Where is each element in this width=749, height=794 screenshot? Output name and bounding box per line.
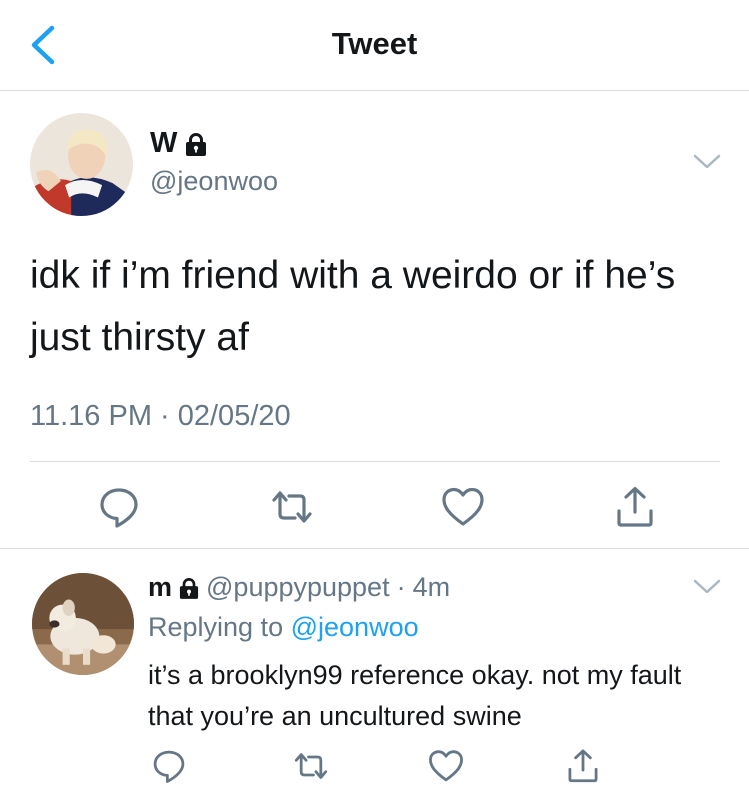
reply-header: m @puppypuppet · 4m	[148, 572, 450, 603]
reply-handle[interactable]: @puppypuppet	[206, 572, 390, 603]
like-button[interactable]	[428, 748, 464, 784]
divider	[30, 461, 720, 462]
like-icon	[442, 487, 484, 526]
reply-display-name[interactable]: m	[148, 572, 172, 603]
page-title: Tweet	[331, 26, 418, 61]
share-icon	[568, 749, 598, 783]
reply-icon	[100, 488, 138, 528]
like-icon	[429, 750, 463, 782]
reply-icon	[153, 750, 185, 783]
replying-to-label: Replying to	[148, 612, 284, 642]
profile-photo	[32, 573, 134, 675]
avatar[interactable]	[30, 113, 133, 216]
share-button[interactable]	[613, 485, 657, 529]
meta-separator: ·	[396, 572, 406, 602]
reply-avatar[interactable]	[32, 573, 134, 675]
chevron-down-icon[interactable]	[692, 577, 722, 597]
chevron-down-icon[interactable]	[692, 152, 722, 172]
lock-icon	[185, 132, 207, 156]
retweet-button[interactable]	[293, 748, 329, 784]
top-navigation-bar: Tweet	[0, 0, 749, 91]
replying-to-mention-link[interactable]: @jeonwoo	[291, 612, 419, 642]
retweet-icon	[272, 491, 312, 523]
reply-time: 4m	[412, 572, 451, 602]
replying-to: Replying to @jeonwoo	[148, 612, 419, 643]
reply-text: it’s a brooklyn99 reference okay. not my…	[148, 660, 682, 731]
reply-button[interactable]	[97, 485, 141, 529]
author-name-row[interactable]: W	[150, 127, 207, 160]
share-icon	[617, 486, 653, 527]
tweet-timestamp: 11.16 PM · 02/05/20	[30, 400, 291, 432]
author-handle[interactable]: @jeonwoo	[150, 166, 278, 197]
retweet-icon	[294, 753, 328, 779]
profile-photo	[30, 113, 133, 216]
reply-button[interactable]	[151, 748, 187, 784]
section-divider	[0, 548, 749, 549]
lock-icon	[179, 577, 199, 599]
share-button[interactable]	[565, 748, 601, 784]
tweet-text: idk if i’m friend with a weirdo or if he…	[30, 254, 676, 359]
like-button[interactable]	[441, 485, 485, 529]
display-name: W	[150, 127, 178, 159]
retweet-button[interactable]	[270, 485, 314, 529]
